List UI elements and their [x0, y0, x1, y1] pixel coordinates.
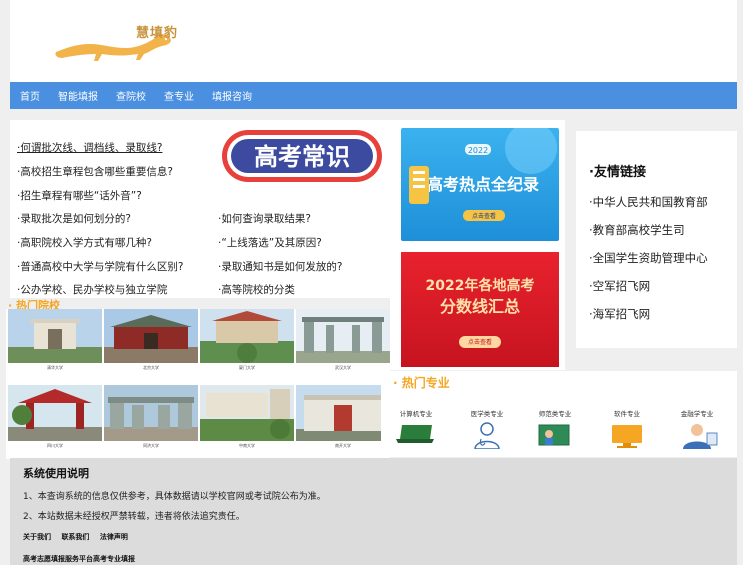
- major-label: 软件专业: [614, 410, 640, 418]
- monitor-icon: [612, 425, 642, 448]
- faq-link[interactable]: ·录取批次是如何划分的?: [17, 211, 131, 226]
- friend-link[interactable]: ·全国学生资助管理中心: [589, 250, 708, 266]
- nav-majors[interactable]: 查专业: [164, 88, 194, 103]
- friend-link[interactable]: ·中华人民共和国教育部: [589, 194, 708, 210]
- nav-colleges[interactable]: 查院校: [116, 88, 146, 103]
- friend-link[interactable]: ·空军招飞网: [589, 278, 650, 294]
- major-label: 医学类专业: [470, 410, 504, 418]
- faq-link[interactable]: ·何谓批次线、调档线、录取线?: [17, 140, 162, 155]
- college-card[interactable]: 清华大学: [8, 309, 102, 372]
- hot-majors-panel: · 热门专业 计算机专业 医学类专业 师范类专业 软件专业 金融学专业: [381, 371, 737, 457]
- footer-title: 系统使用说明: [23, 467, 89, 480]
- major-item[interactable]: 金融学专业: [667, 408, 727, 453]
- about-us-link[interactable]: 关于我们: [23, 533, 51, 541]
- hot-majors-title: · 热门专业: [393, 376, 450, 390]
- promo-a-title: 高考热点全纪录: [427, 175, 539, 194]
- faq-link[interactable]: ·如何查询录取结果?: [218, 211, 311, 226]
- faq-link[interactable]: ·招生章程有哪些“话外音”?: [17, 188, 142, 203]
- college-photo: [200, 385, 294, 441]
- footer-notice: 1、本查询系统的信息仅供参考，具体数据请以学校官网或考试院公布为准。: [23, 492, 326, 502]
- college-name: 南开大学: [296, 441, 390, 450]
- promo-hot-topics-art: 2022 高考热点全纪录 点击查看: [409, 128, 557, 221]
- doctor-icon: [474, 422, 500, 450]
- college-card[interactable]: 中南大学: [200, 385, 294, 450]
- faq-link[interactable]: ·公办学校、民办学校与独立学院: [17, 282, 167, 297]
- college-name: 武汉大学: [296, 363, 390, 372]
- college-photo: [8, 309, 102, 363]
- legal-notice-link[interactable]: 法律声明: [100, 533, 128, 541]
- major-item[interactable]: 计算机专业: [386, 408, 446, 449]
- promo-score-lines[interactable]: 2022年各地高考 分数线汇总 点击查看: [401, 252, 559, 367]
- nav-home[interactable]: 首页: [20, 88, 40, 103]
- teacher-icon: [538, 424, 570, 446]
- college-card[interactable]: 北京大学: [104, 309, 198, 372]
- college-name: 中南大学: [200, 441, 294, 450]
- major-label: 师范类专业: [538, 410, 572, 418]
- logo-text: 慧填豹: [136, 26, 179, 41]
- promo-hot-topics[interactable]: 2022 高考热点全纪录 点击查看: [401, 128, 559, 241]
- college-photo: [296, 309, 390, 363]
- college-photo: [104, 309, 198, 363]
- college-name: 北京大学: [104, 363, 198, 372]
- site-header: 慧填豹: [10, 0, 737, 82]
- college-photo: [8, 385, 102, 441]
- college-card[interactable]: 同济大学: [104, 385, 198, 450]
- college-name: 厦门大学: [200, 363, 294, 372]
- faq-link[interactable]: ·高职院校入学方式有哪几种?: [17, 235, 152, 250]
- faq-link[interactable]: ·高等院校的分类: [218, 282, 295, 297]
- college-name: 同济大学: [104, 441, 198, 450]
- contact-us-link[interactable]: 联系我们: [61, 533, 89, 541]
- major-label: 金融学专业: [680, 410, 714, 418]
- major-label: 计算机专业: [399, 410, 433, 418]
- laptop-icon: [396, 425, 434, 443]
- faq-link[interactable]: ·录取通知书是如何发放的?: [218, 259, 342, 274]
- finance-icon: [683, 424, 718, 449]
- friend-links-panel: ·友情链接 ·中华人民共和国教育部 ·教育部高校学生司 ·全国学生资助管理中心 …: [576, 131, 737, 348]
- nav-consult[interactable]: 填报咨询: [212, 88, 252, 103]
- promo-a-year: 2022: [468, 146, 488, 155]
- site-logo[interactable]: 慧填豹: [54, 18, 184, 63]
- faq-link[interactable]: ·普通高校中大学与学院有什么区别?: [17, 259, 183, 274]
- college-photo: [200, 309, 294, 363]
- friend-link[interactable]: ·教育部高校学生司: [589, 222, 685, 238]
- page: 慧填豹 首页 智能填报 查院校 查专业 填报咨询 ·何谓批次线、调档线、录取线?…: [0, 0, 743, 565]
- promo-b-title2: 分数线汇总: [440, 297, 520, 316]
- major-item[interactable]: 软件专业: [597, 408, 657, 453]
- major-item[interactable]: 师范类专业: [525, 408, 585, 453]
- promo-score-lines-art: 2022年各地高考 分数线汇总 点击查看: [426, 277, 535, 348]
- college-card[interactable]: 武汉大学: [296, 309, 390, 372]
- college-name: 四川大学: [8, 441, 102, 450]
- main-nav: 首页 智能填报 查院校 查专业 填报咨询: [10, 82, 737, 109]
- major-item[interactable]: 医学类专业: [457, 408, 517, 453]
- college-photo: [296, 385, 390, 441]
- faq-panel: ·何谓批次线、调档线、录取线? ·高校招生章程包含哪些重要信息? ·招生章程有哪…: [10, 120, 390, 298]
- college-card[interactable]: 南开大学: [296, 385, 390, 450]
- gaokao-knowledge-banner[interactable]: 高考常识: [218, 126, 386, 186]
- footer-notice: 2、本站数据未经授权严禁转载，违者将依法追究责任。: [23, 512, 245, 522]
- promo-a-button: 点击查看: [472, 212, 496, 220]
- banner-text: 高考常识: [254, 143, 350, 171]
- promo-b-button: 点击查看: [468, 338, 492, 346]
- friend-links-title: ·友情链接: [589, 165, 646, 180]
- hot-colleges-grid: 清华大学 北京大学 厦门大学 武汉大学 四川大学 同济大学 中南大学 南开大学: [6, 309, 390, 459]
- college-card[interactable]: 厦门大学: [200, 309, 294, 372]
- footer-links: 关于我们 联系我们 法律声明: [23, 532, 136, 542]
- college-card[interactable]: 四川大学: [8, 385, 102, 450]
- footer-platform-text: 高考志愿填报服务平台高考专业填报: [23, 555, 135, 563]
- college-photo: [104, 385, 198, 441]
- promo-b-title1: 2022年各地高考: [426, 277, 535, 294]
- faq-link[interactable]: ·“上线落选”及其原因?: [218, 235, 322, 250]
- promo-column: 2022 高考热点全纪录 点击查看 2022年各地高考 分数线汇总 点击查看: [390, 120, 565, 370]
- nav-smart-fill[interactable]: 智能填报: [58, 88, 98, 103]
- college-name: 清华大学: [8, 363, 102, 372]
- site-footer: 系统使用说明 1、本查询系统的信息仅供参考，具体数据请以学校官网或考试院公布为准…: [10, 458, 737, 565]
- friend-link[interactable]: ·海军招飞网: [589, 306, 650, 322]
- faq-link[interactable]: ·高校招生章程包含哪些重要信息?: [17, 164, 173, 179]
